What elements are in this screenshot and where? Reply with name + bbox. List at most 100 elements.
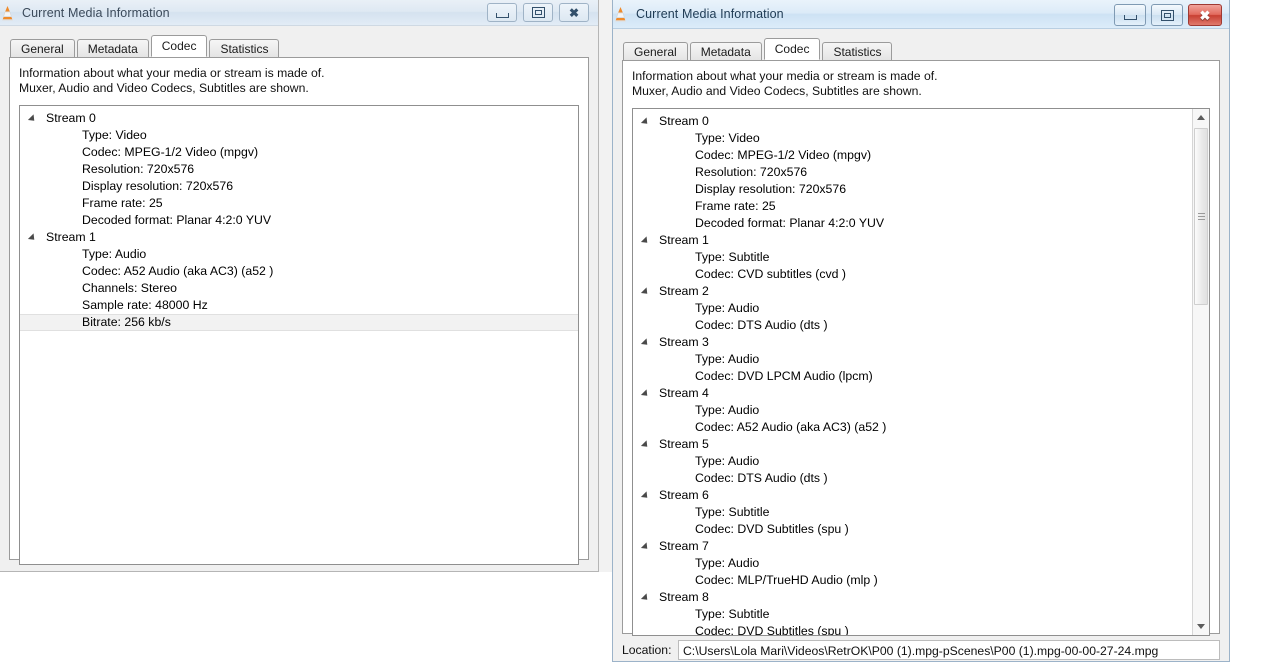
stream-detail-row[interactable]: Type: Subtitle [633,504,1209,521]
scroll-thumb[interactable] [1194,128,1208,305]
maximize-button[interactable] [1151,4,1183,26]
expand-collapse-triangle-icon[interactable] [640,542,651,552]
stream-node[interactable]: Stream 7 [633,538,1209,555]
stream-detail-row[interactable]: Sample rate: 48000 Hz [20,297,578,314]
stream-detail-row[interactable]: Type: Video [20,127,578,144]
minimize-button[interactable] [1114,4,1146,26]
stream-detail-row[interactable]: Type: Audio [633,351,1209,368]
stream-node-label: Stream 2 [659,284,709,298]
title-bar[interactable]: Current Media Information ✖ [0,0,598,26]
codec-description-line2: Muxer, Audio and Video Codecs, Subtitles… [632,84,922,98]
tab-statistics[interactable]: Statistics [822,42,893,61]
stream-detail-row[interactable]: Codec: MPEG-1/2 Video (mpgv) [633,147,1209,164]
expand-collapse-triangle-icon[interactable] [640,117,651,127]
tab-statistics-label: Statistics [833,45,882,59]
minimize-icon [495,12,509,18]
stream-node[interactable]: Stream 1 [633,232,1209,249]
expand-collapse-triangle-icon[interactable] [640,338,651,348]
expand-collapse-triangle-icon[interactable] [640,491,651,501]
stream-node[interactable]: Stream 4 [633,385,1209,402]
expand-collapse-triangle-icon[interactable] [640,440,651,450]
stream-node[interactable]: Stream 5 [633,436,1209,453]
stream-node[interactable]: Stream 8 [633,589,1209,606]
window-title: Current Media Information [22,5,170,20]
stream-detail-row[interactable]: Codec: A52 Audio (aka AC3) (a52 ) [20,263,578,280]
expand-collapse-triangle-icon[interactable] [640,389,651,399]
stream-node-label: Stream 4 [659,386,709,400]
stream-detail-row[interactable]: Codec: DTS Audio (dts ) [633,470,1209,487]
tab-codec[interactable]: Codec [763,38,821,60]
stream-detail-row[interactable]: Display resolution: 720x576 [633,181,1209,198]
expand-collapse-triangle-icon[interactable] [27,114,38,124]
location-field[interactable]: C:\Users\Lola Mari\Videos\RetrOK\P00 (1)… [678,640,1220,660]
stream-node[interactable]: Stream 0 [633,113,1209,130]
stream-list[interactable]: Stream 0 Type: Video Codec: MPEG-1/2 Video… [632,108,1210,636]
tab-statistics[interactable]: Statistics [209,39,280,58]
scroll-down-button[interactable] [1193,618,1209,635]
stream-detail-row[interactable]: Type: Audio [20,246,578,263]
stream-detail-row[interactable]: Bitrate: 256 kb/s [20,314,578,331]
stream-detail-row[interactable]: Frame rate: 25 [633,198,1209,215]
stream-detail-row[interactable]: Codec: MLP/TrueHD Audio (mlp ) [633,572,1209,589]
vlc-cone-icon [0,5,15,21]
stream-detail-row[interactable]: Type: Audio [633,555,1209,572]
stream-detail-row[interactable]: Frame rate: 25 [20,195,578,212]
close-button[interactable]: ✖ [559,3,589,22]
stream-detail-row[interactable]: Codec: A52 Audio (aka AC3) (a52 ) [633,419,1209,436]
scroll-up-button[interactable] [1193,109,1209,126]
expand-collapse-triangle-icon[interactable] [640,236,651,246]
window-title: Current Media Information [636,7,784,21]
stream-node-label: Stream 0 [659,114,709,128]
stream-list[interactable]: Stream 0 Type: Video Codec: MPEG-1/2 Video… [19,105,579,565]
tab-general[interactable]: General [623,42,688,61]
stream-detail-row[interactable]: Codec: DVD Subtitles (spu ) [633,521,1209,538]
media-information-window-inactive[interactable]: Current Media Information ✖ General Meta… [0,0,599,572]
stream-node-label: Stream 7 [659,539,709,553]
stream-detail-row[interactable]: Codec: DTS Audio (dts ) [633,317,1209,334]
stream-detail-row[interactable]: Codec: DVD Subtitles (spu ) [633,623,1209,635]
stream-detail-row[interactable]: Type: Subtitle [633,606,1209,623]
stream-detail-row[interactable]: Resolution: 720x576 [633,164,1209,181]
stream-detail-row[interactable]: Decoded format: Planar 4:2:0 YUV [633,215,1209,232]
codec-panel: Information about what your media or str… [622,60,1220,636]
expand-collapse-triangle-icon[interactable] [640,287,651,297]
maximize-icon [531,7,545,18]
stream-detail-row[interactable]: Display resolution: 720x576 [20,178,578,195]
stream-node[interactable]: Stream 3 [633,334,1209,351]
tab-metadata[interactable]: Metadata [76,39,149,58]
stream-detail-row[interactable]: Type: Audio [633,453,1209,470]
title-bar[interactable]: Current Media Information ✖ [613,0,1229,29]
desktop-background [599,0,612,572]
stream-detail-row[interactable]: Type: Audio [633,402,1209,419]
stream-detail-row[interactable]: Codec: MPEG-1/2 Video (mpgv) [20,144,578,161]
stream-detail-row[interactable]: Codec: DVD LPCM Audio (lpcm) [633,368,1209,385]
stream-node[interactable]: Stream 2 [633,283,1209,300]
tab-general[interactable]: General [10,39,75,58]
codec-description-line1: Information about what your media or str… [19,66,325,80]
close-button[interactable]: ✖ [1188,4,1222,26]
stream-tree: Stream 0 Type: Video Codec: MPEG-1/2 Video… [633,109,1209,635]
stream-detail-row[interactable]: Type: Audio [633,300,1209,317]
stream-detail-row[interactable]: Channels: Stereo [20,280,578,297]
scroll-up-icon [1197,115,1205,120]
stream-node-label: Stream 1 [659,233,709,247]
codec-description: Information about what your media or str… [623,61,1219,99]
stream-detail-row[interactable]: Type: Subtitle [633,249,1209,266]
stream-detail-row[interactable]: Codec: CVD subtitles (cvd ) [633,266,1209,283]
stream-list-scrollbar[interactable] [1192,109,1209,635]
expand-collapse-triangle-icon[interactable] [27,233,38,243]
tab-metadata[interactable]: Metadata [689,42,762,61]
expand-collapse-triangle-icon[interactable] [640,593,651,603]
tab-general-label: General [21,42,64,56]
minimize-button[interactable] [487,3,517,22]
stream-node[interactable]: Stream 1 [20,229,578,246]
media-information-window-active[interactable]: Current Media Information ✖ General Meta… [612,0,1230,662]
maximize-button[interactable] [523,3,553,22]
stream-detail-row[interactable]: Type: Video [633,130,1209,147]
stream-node[interactable]: Stream 0 [20,110,578,127]
stream-node[interactable]: Stream 6 [633,487,1209,504]
stream-detail-row[interactable]: Resolution: 720x576 [20,161,578,178]
tab-codec[interactable]: Codec [150,35,208,57]
stream-detail-row[interactable]: Decoded format: Planar 4:2:0 YUV [20,212,578,229]
tab-statistics-label: Statistics [220,42,269,56]
